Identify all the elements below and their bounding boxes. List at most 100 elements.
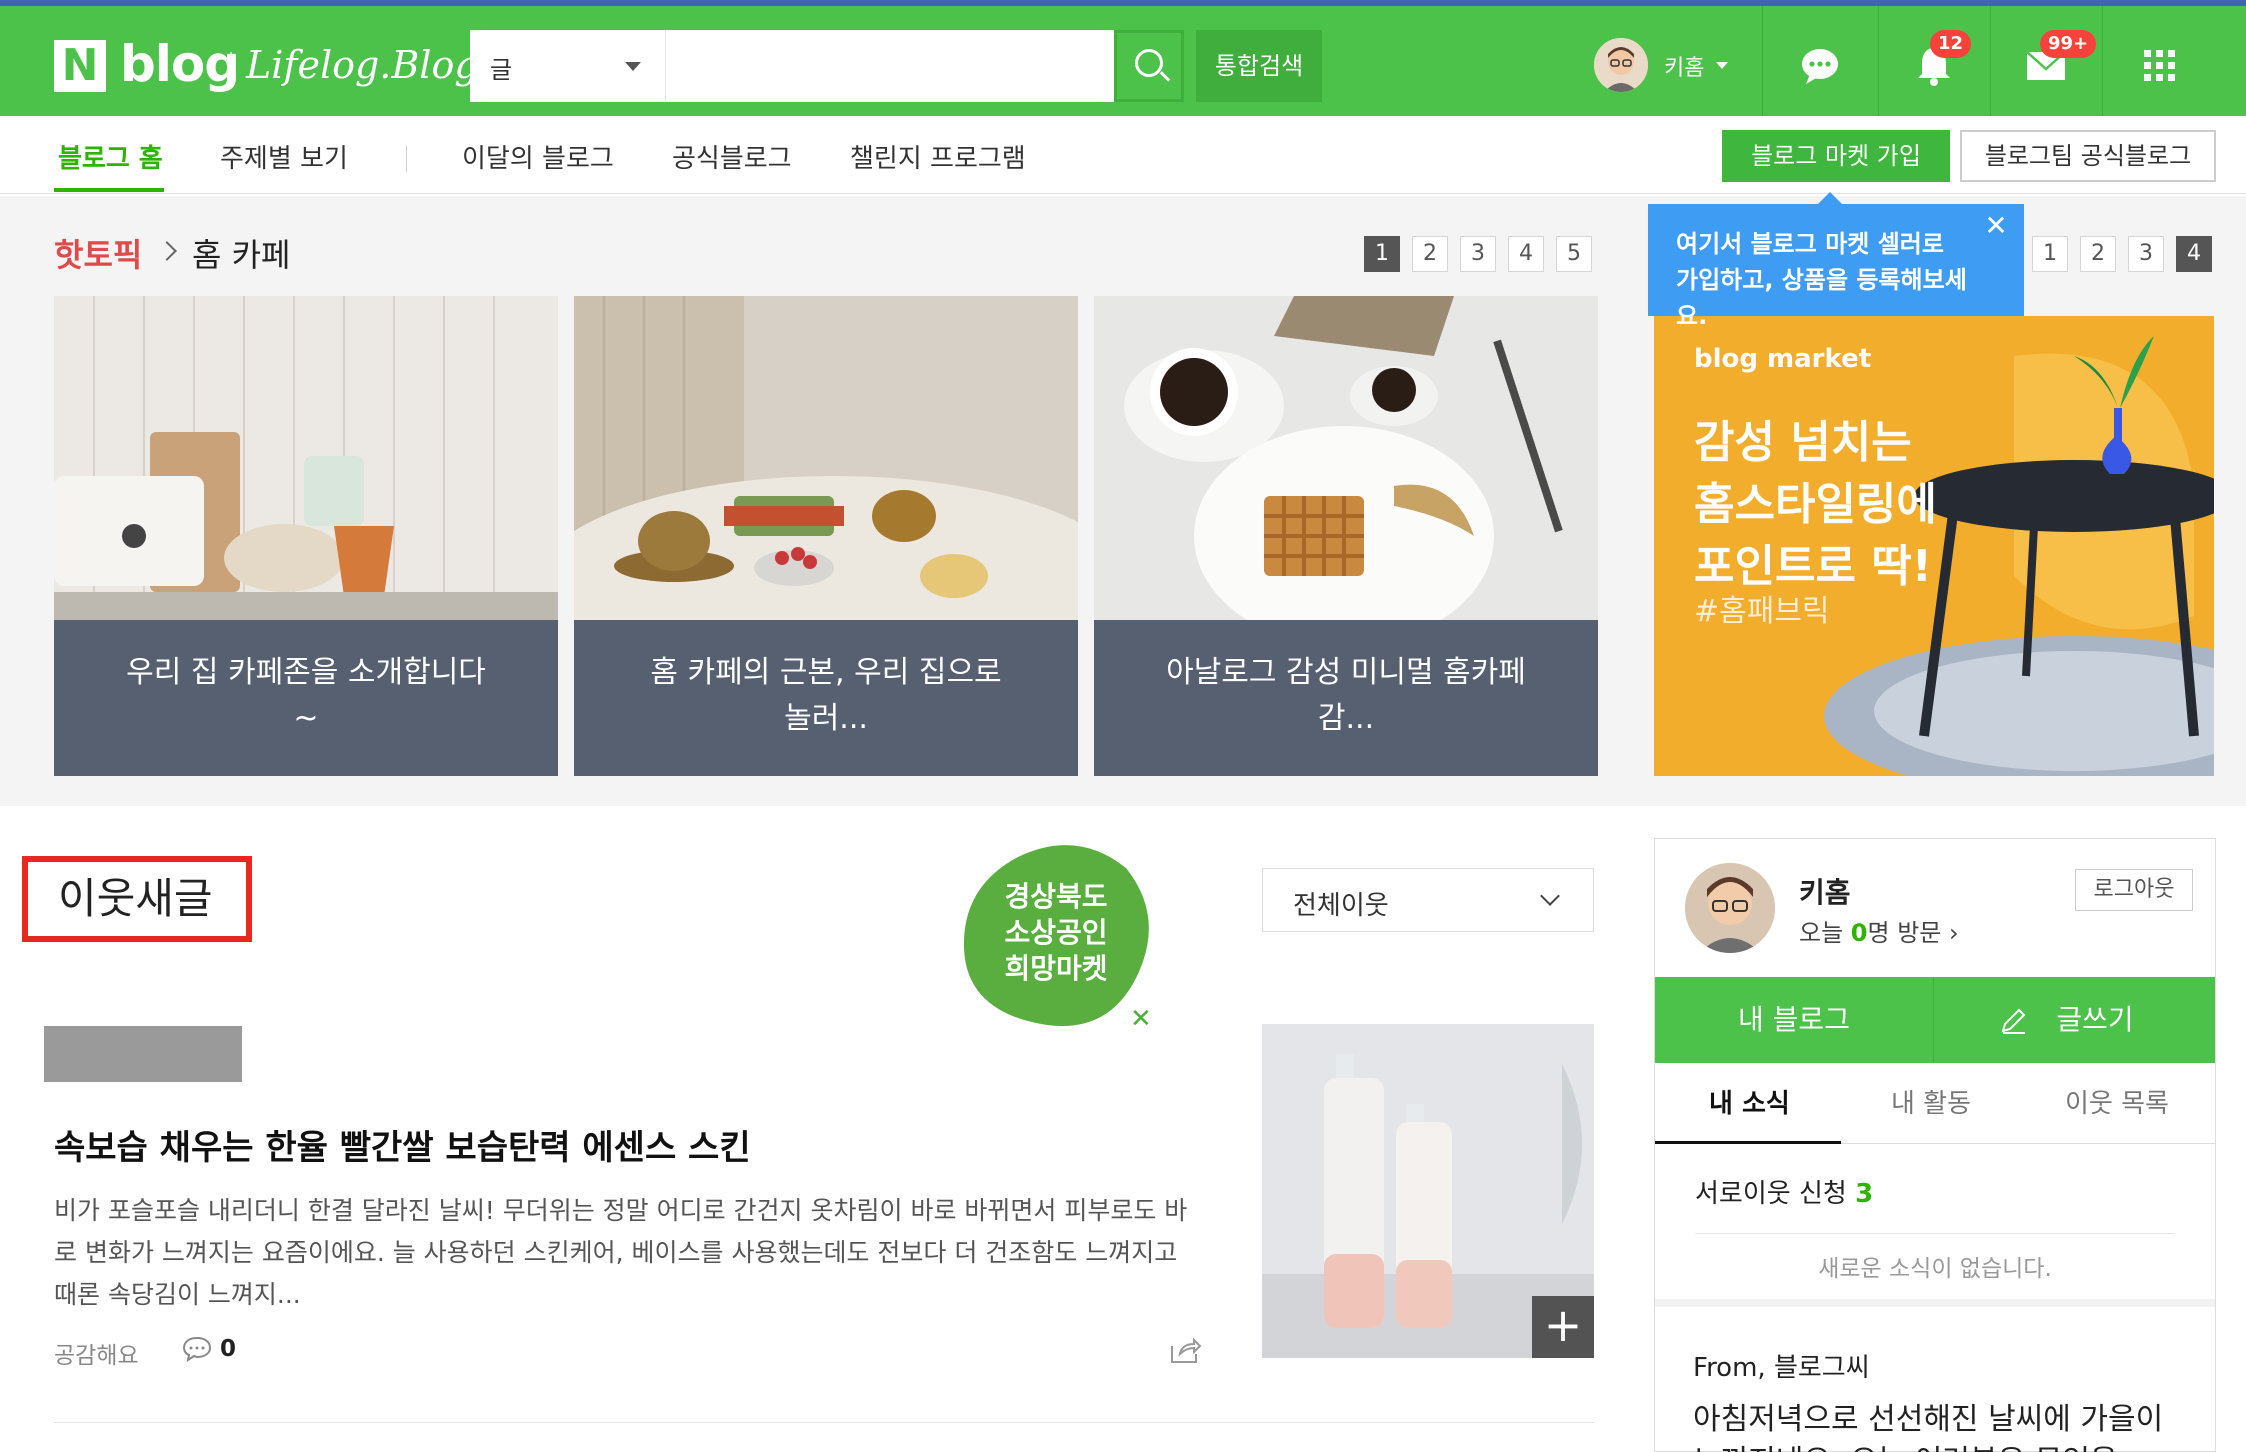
caret-down-icon (1716, 62, 1728, 69)
tab-my-activity[interactable]: 내 활동 (1891, 1083, 1971, 1120)
tooltip-text-2: 가입하고, 상품을 등록해보세요. (1676, 266, 1967, 330)
card-caption: 우리 집 카페존을 소개합니다~ (54, 620, 558, 776)
pencil-icon (2001, 1008, 2026, 1034)
nav-divider (406, 146, 407, 172)
campaign-line-2: 소상공인 (1004, 916, 1107, 949)
chat-icon[interactable] (1796, 42, 1844, 90)
search-scope-select[interactable]: 글 (470, 30, 666, 102)
promo-hashtag: #홈패브릭 (1694, 594, 1830, 629)
campaign-line-3: 희망마켓 (1004, 952, 1107, 985)
logo-divider (230, 52, 232, 82)
search-box: 글 (470, 30, 1184, 102)
search-input[interactable] (670, 38, 1170, 94)
nav-blog-home[interactable]: 블로그 홈 (58, 138, 163, 175)
profile-actions: 내 블로그 글쓰기 (1655, 977, 2215, 1063)
tab-neighbor-list[interactable]: 이웃 목록 (2065, 1083, 2169, 1120)
chevron-down-icon (1540, 886, 1560, 906)
nav-official-blog[interactable]: 공식블로그 (672, 138, 792, 175)
blog-logo[interactable]: blog (120, 34, 240, 94)
user-menu-label[interactable]: 키홈 (1664, 50, 1704, 82)
top-bar: N blog Lifelog.Blog 글 통합검색 키홈 12 99+ (0, 0, 2246, 116)
promo-headline-1: 감성 넘치는 (1694, 417, 1912, 468)
page-button[interactable]: 5 (1556, 236, 1592, 272)
comment-count: 0 (220, 1336, 237, 1362)
promo-headline-3: 포인트로 딱! (1694, 541, 1932, 592)
nav-monthly-blog[interactable]: 이달의 블로그 (462, 138, 614, 175)
plus-icon[interactable]: + (1532, 1296, 1594, 1358)
card-image-waffle (1094, 296, 1598, 620)
promo-brand: blog market (1694, 344, 1872, 374)
hot-topic-card[interactable]: 아날로그 감성 미니멀 홈카페 감... (1094, 296, 1598, 776)
header-divider (2102, 6, 2103, 116)
promo-pager: 1 2 3 4 (2032, 236, 2212, 272)
blog-market-promo[interactable]: blog market 감성 넘치는 홈스타일링에 포인트로 딱! #홈패브릭 (1654, 316, 2214, 776)
page-button[interactable]: 4 (1508, 236, 1544, 272)
author-info-blurred[interactable] (44, 1026, 242, 1082)
campaign-badge[interactable]: 경상북도 소상공인 희망마켓 (956, 838, 1156, 1034)
market-join-button[interactable]: 블로그 마켓 가입 (1722, 130, 1950, 182)
neighbor-filter-select[interactable]: 전체이웃 (1262, 868, 1594, 932)
divider (1695, 1233, 2175, 1234)
post-thumbnail[interactable]: + (1262, 1024, 1594, 1358)
card-image-kitchen (54, 296, 558, 620)
header-divider (1990, 6, 1991, 116)
page-button[interactable]: 2 (2080, 236, 2116, 272)
post-divider (54, 1422, 1594, 1423)
neighbor-posts-title: 이웃새글 (22, 856, 252, 942)
card-image-tea-table (574, 296, 1078, 620)
grid-menu-icon[interactable] (2136, 42, 2184, 90)
profile-name[interactable]: 키홈 (1799, 871, 1851, 911)
no-news-message: 새로운 소식이 없습니다. (1818, 1256, 2052, 1282)
page-button[interactable]: 2 (1412, 236, 1448, 272)
search-button[interactable] (1114, 30, 1184, 102)
naver-logo[interactable]: N (54, 40, 106, 92)
neighbor-request-count: 3 (1855, 1179, 1874, 1209)
promo-headline-2: 홈스타일링에 (1694, 479, 1937, 530)
hot-topic-pager: 1 2 3 4 5 (1364, 236, 1592, 272)
page-button[interactable]: 4 (2176, 236, 2212, 272)
comment-icon[interactable] (182, 1336, 212, 1362)
write-button[interactable]: 글쓰기 (1935, 977, 2215, 1063)
mail-badge: 99+ (2040, 30, 2097, 58)
share-icon[interactable] (1168, 1336, 1202, 1366)
nav-topics[interactable]: 주제별 보기 (220, 138, 348, 175)
logout-button[interactable]: 로그아웃 (2075, 869, 2193, 911)
page-button[interactable]: 3 (2128, 236, 2164, 272)
close-icon[interactable]: ✕ (1982, 212, 2010, 240)
post-title[interactable]: 속보습 채우는 한율 빨간쌀 보습탄력 에센스 스킨 (54, 1120, 751, 1169)
tooltip-text-1: 여기서 블로그 마켓 셀러로 (1676, 230, 1944, 258)
visit-count: 0 (1850, 919, 1868, 947)
visit-count-link[interactable]: 오늘 0명 방문 › (1799, 913, 1959, 948)
page-button[interactable]: 3 (1460, 236, 1496, 272)
lifelog-logo[interactable]: Lifelog.Blog (246, 40, 479, 90)
campaign-line-1: 경상북도 (1004, 880, 1107, 913)
tab-my-news[interactable]: 내 소식 (1709, 1083, 1790, 1120)
page-button[interactable]: 1 (2032, 236, 2068, 272)
search-scope-label: 글 (490, 56, 513, 84)
write-label: 글쓰기 (2056, 1003, 2134, 1036)
official-team-blog-button[interactable]: 블로그팀 공식블로그 (1960, 130, 2216, 182)
blog-c-question[interactable]: From, 블로그씨 아침저녁으로 선선해진 날씨에 가을이 느껴지네요. 오늘… (1655, 1299, 2215, 1452)
avatar[interactable] (1685, 863, 1775, 953)
neighbor-request-link[interactable]: 서로이웃 신청 3 (1695, 1173, 1873, 1210)
notification-badge: 12 (1930, 30, 1972, 58)
avatar[interactable] (1594, 38, 1648, 92)
tab-active-indicator (1655, 1141, 1841, 1144)
page-button[interactable]: 1 (1364, 236, 1400, 272)
hot-topic-subtitle[interactable]: 홈 카페 (192, 230, 291, 276)
my-blog-button[interactable]: 내 블로그 (1655, 977, 1934, 1063)
card-caption: 아날로그 감성 미니멀 홈카페 감... (1094, 620, 1598, 776)
neighbor-filter-label: 전체이웃 (1293, 891, 1389, 921)
nav-active-indicator (54, 188, 164, 192)
unified-search-button[interactable]: 통합검색 (1196, 30, 1322, 102)
campaign-close-icon[interactable]: ✕ (1130, 1004, 1152, 1034)
nav-challenge[interactable]: 챌린지 프로그램 (850, 138, 1026, 175)
hot-topic-card[interactable]: 홈 카페의 근본, 우리 집으로 놀러... (574, 296, 1078, 776)
like-button[interactable]: 공감해요 (54, 1336, 139, 1370)
post-excerpt[interactable]: 비가 포슬포슬 내리더니 한결 달라진 날씨! 무더위는 정말 어디로 간건지 … (54, 1190, 1204, 1316)
tooltip-arrow (1818, 192, 1842, 204)
hot-topic-title[interactable]: 핫토픽 (54, 230, 142, 276)
market-tooltip: 여기서 블로그 마켓 셀러로 가입하고, 상품을 등록해보세요. (1648, 204, 2024, 330)
hot-topic-card[interactable]: 우리 집 카페존을 소개합니다~ (54, 296, 558, 776)
card-caption: 홈 카페의 근본, 우리 집으로 놀러... (574, 620, 1078, 776)
